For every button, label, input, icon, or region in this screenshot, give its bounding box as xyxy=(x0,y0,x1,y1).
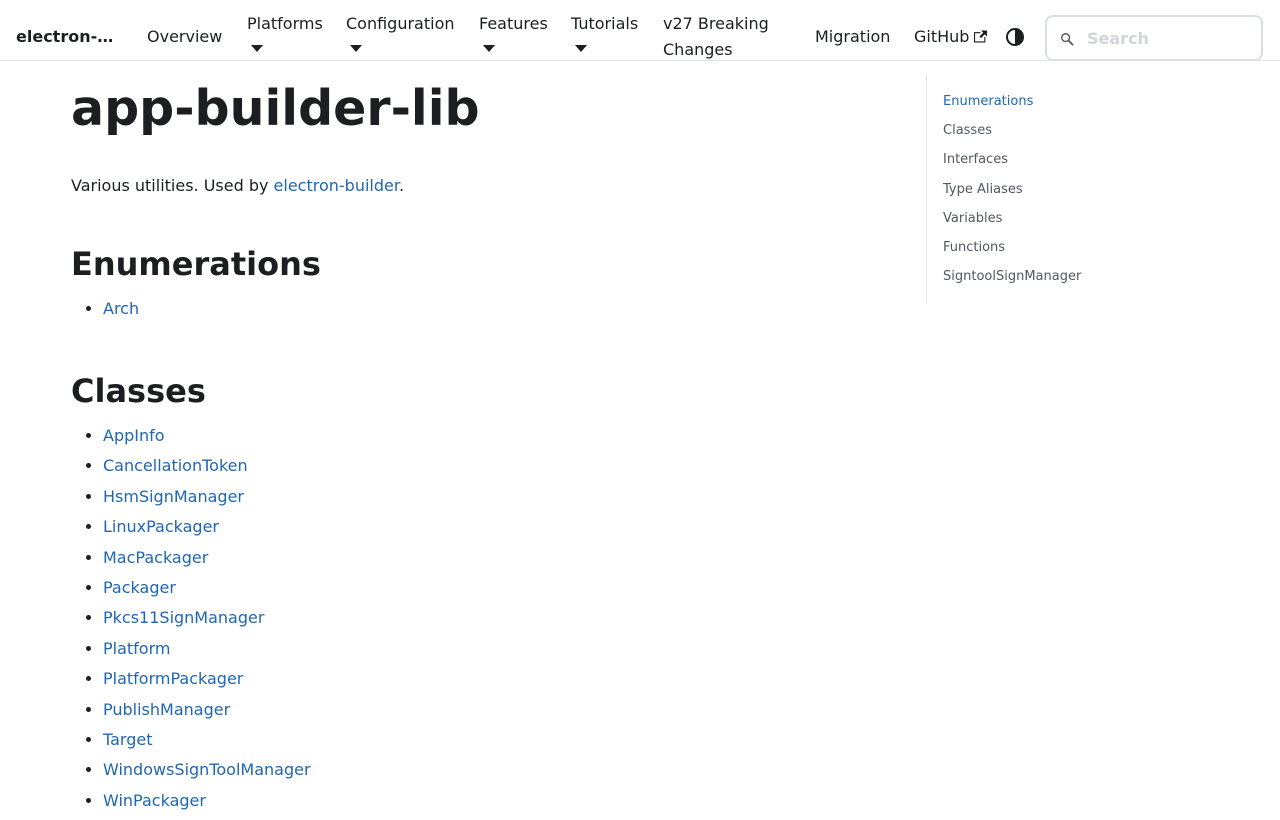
toc-link-signtoolsignmanager[interactable]: SigntoolSignManager xyxy=(943,268,1126,286)
list-item: PlatformPackager xyxy=(103,668,891,690)
nav-platforms-dropdown[interactable]: Platforms xyxy=(247,11,323,52)
list-item: WindowsSignToolManager xyxy=(103,759,891,781)
caret-down-icon xyxy=(251,45,263,52)
brand-link[interactable]: electron-… xyxy=(16,27,113,46)
nav-overview[interactable]: Overview xyxy=(147,24,222,50)
list-item: Arch xyxy=(103,298,891,320)
top-navbar: electron-… Overview Platforms Configurat… xyxy=(0,0,1280,61)
list-item: Pkcs11SignManager xyxy=(103,607,891,629)
list-item: AppInfo xyxy=(103,425,891,447)
nav-migration[interactable]: Migration xyxy=(815,24,890,50)
theme-toggle-button[interactable] xyxy=(1005,27,1025,47)
toc-link-type-aliases[interactable]: Type Aliases xyxy=(943,181,1126,199)
class-link-pkcs11signmanager[interactable]: Pkcs11SignManager xyxy=(103,608,264,627)
theme-toggle-icon xyxy=(1006,28,1024,46)
class-link-target[interactable]: Target xyxy=(103,730,153,749)
list-item: PublishManager xyxy=(103,699,891,721)
class-link-windowssigntoolmanager[interactable]: WindowsSignToolManager xyxy=(103,760,311,779)
search-box[interactable] xyxy=(1045,15,1263,61)
caret-down-icon xyxy=(350,45,362,52)
nav-configuration-label: Configuration xyxy=(346,14,455,33)
external-link-icon xyxy=(974,30,988,43)
class-link-packager[interactable]: Packager xyxy=(103,578,176,597)
class-link-cancellationtoken[interactable]: CancellationToken xyxy=(103,456,248,475)
nav-features-label: Features xyxy=(479,14,548,33)
list-item: LinuxPackager xyxy=(103,516,891,538)
nav-v27-line2: Changes xyxy=(663,40,733,59)
electron-builder-link[interactable]: electron-builder xyxy=(274,176,399,195)
nav-features-dropdown[interactable]: Features xyxy=(479,11,548,52)
class-link-linuxpackager[interactable]: LinuxPackager xyxy=(103,517,219,536)
classes-list: AppInfo CancellationToken HsmSignManager… xyxy=(71,425,891,812)
class-link-publishmanager[interactable]: PublishManager xyxy=(103,700,230,719)
toc-link-classes[interactable]: Classes xyxy=(943,122,1126,140)
page-title: app-builder-lib xyxy=(71,80,480,137)
toc-link-variables[interactable]: Variables xyxy=(943,210,1126,228)
nav-tutorials-dropdown[interactable]: Tutorials xyxy=(571,11,639,52)
intro-end: . xyxy=(398,176,405,195)
nav-github-label: GitHub xyxy=(914,27,970,46)
search-icon xyxy=(1061,33,1074,46)
nav-github-link[interactable]: GitHub xyxy=(914,24,988,50)
list-item: Target xyxy=(103,729,891,751)
caret-down-icon xyxy=(575,45,587,52)
enum-link-arch[interactable]: Arch xyxy=(103,299,139,318)
toc-link-interfaces[interactable]: Interfaces xyxy=(943,151,1126,169)
class-link-macpackager[interactable]: MacPackager xyxy=(103,548,208,567)
intro-paragraph: Various utilities. Used by electron-buil… xyxy=(71,174,891,198)
toc-link-enumerations[interactable]: Enumerations xyxy=(943,93,1126,111)
class-link-platformpackager[interactable]: PlatformPackager xyxy=(103,669,243,688)
class-link-winpackager[interactable]: WinPackager xyxy=(103,791,206,810)
list-item: CancellationToken xyxy=(103,455,891,477)
enumerations-heading: Enumerations xyxy=(71,245,321,283)
list-item: MacPackager xyxy=(103,547,891,569)
class-link-hsmsignmanager[interactable]: HsmSignManager xyxy=(103,487,244,506)
list-item: WinPackager xyxy=(103,790,891,812)
nav-platforms-label: Platforms xyxy=(247,14,323,33)
nav-configuration-dropdown[interactable]: Configuration xyxy=(346,11,455,52)
enumerations-list: Arch xyxy=(71,298,891,320)
toc-link-functions[interactable]: Functions xyxy=(943,239,1126,257)
nav-v27-line1: v27 Breaking xyxy=(663,14,769,33)
nav-tutorials-label: Tutorials xyxy=(571,14,639,33)
class-link-appinfo[interactable]: AppInfo xyxy=(103,426,165,445)
list-item: Packager xyxy=(103,577,891,599)
class-link-platform[interactable]: Platform xyxy=(103,639,170,658)
classes-heading: Classes xyxy=(71,372,206,410)
main-content: app-builder-lib Various utilities. Used … xyxy=(71,61,891,820)
search-input[interactable] xyxy=(1087,27,1252,49)
list-item: HsmSignManager xyxy=(103,486,891,508)
intro-text: Various utilities. Used by xyxy=(71,176,274,195)
table-of-contents: Enumerations Classes Interfaces Type Ali… xyxy=(926,76,1126,304)
nav-v27-breaking-changes[interactable]: v27 Breaking Changes xyxy=(663,11,769,63)
caret-down-icon xyxy=(483,45,495,52)
list-item: Platform xyxy=(103,638,891,660)
